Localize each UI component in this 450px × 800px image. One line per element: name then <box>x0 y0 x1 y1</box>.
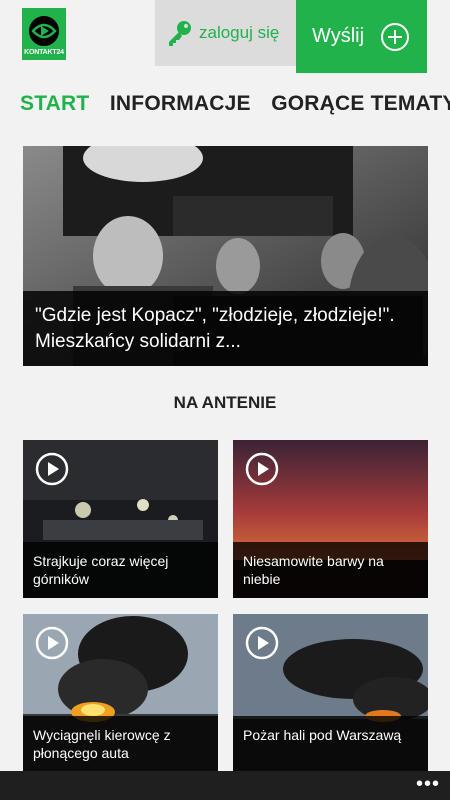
send-label: Wyślij <box>312 25 365 47</box>
tab-informacje[interactable]: INFORMACJE <box>110 92 251 116</box>
login-label: zaloguj się <box>199 23 280 42</box>
kontakt24-logo[interactable]: KONTAKT24 <box>22 8 66 60</box>
tile-caption: Wyciągnęli kierowcę z płonącego auta <box>23 716 218 772</box>
more-options-button[interactable]: ••• <box>416 773 440 796</box>
hero-article[interactable]: "Gdzie jest Kopacz", "złodzieje, złodzie… <box>23 146 428 366</box>
logo-text: KONTAKT24 <box>24 49 64 56</box>
video-tile[interactable]: Niesamowite barwy na niebie <box>233 440 428 598</box>
pivot-tabs: START INFORMACJE GORĄCE TEMATY <box>20 92 450 122</box>
app-bar: ••• <box>0 771 450 800</box>
tab-gorace-tematy[interactable]: GORĄCE TEMATY <box>271 92 450 116</box>
hero-caption: "Gdzie jest Kopacz", "złodzieje, złodzie… <box>23 291 428 366</box>
video-tile[interactable]: Wyciągnęli kierowcę z płonącego auta <box>23 614 218 772</box>
plus-circle-icon <box>381 22 410 51</box>
video-tile[interactable]: Strajkuje coraz więcej górników <box>23 440 218 598</box>
play-icon <box>245 626 279 660</box>
key-icon <box>169 21 191 46</box>
login-button[interactable]: zaloguj się <box>155 0 296 66</box>
tile-caption: Strajkuje coraz więcej górników <box>23 542 218 598</box>
play-icon <box>245 452 279 486</box>
tile-caption: Pożar hali pod Warszawą <box>233 716 428 772</box>
play-icon <box>35 626 69 660</box>
app-header: KONTAKT24 zaloguj się Wyślij <box>0 0 450 73</box>
eye-play-icon <box>27 14 61 48</box>
tab-start[interactable]: START <box>20 92 89 116</box>
send-button[interactable]: Wyślij <box>296 0 427 73</box>
section-title: NA ANTENIE <box>173 393 277 412</box>
video-tile[interactable]: Pożar hali pod Warszawą <box>233 614 428 772</box>
tile-caption: Niesamowite barwy na niebie <box>233 542 428 598</box>
play-icon <box>35 452 69 486</box>
